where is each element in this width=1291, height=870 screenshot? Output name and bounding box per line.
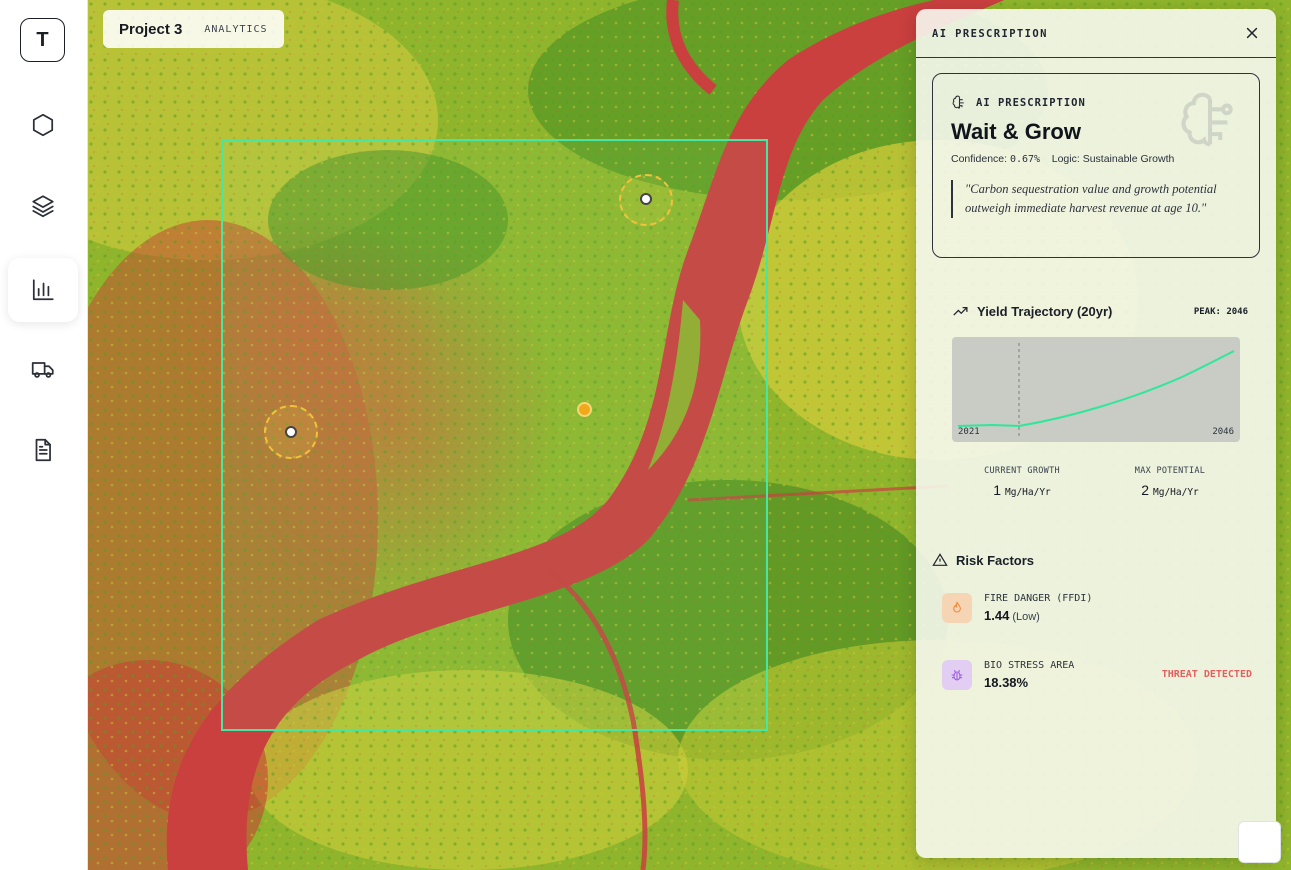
risk-item-name: FIRE DANGER (FFDI) xyxy=(984,593,1093,604)
left-rail: T xyxy=(0,0,88,870)
current-growth-label: CURRENT GROWTH xyxy=(984,466,1060,476)
prescription-card: AI PRESCRIPTION Wait & Grow Confidence: … xyxy=(932,73,1260,258)
panel-header: AI PRESCRIPTION xyxy=(916,9,1276,58)
risk-item-name: BIO STRESS AREA xyxy=(984,660,1075,671)
close-icon xyxy=(1246,27,1258,39)
yield-line xyxy=(957,350,1235,428)
prescription-title: Wait & Grow xyxy=(951,119,1081,144)
logic-value: Sustainable Growth xyxy=(1082,153,1175,165)
alert-point-marker[interactable] xyxy=(577,402,592,417)
threat-status-badge: THREAT DETECTED xyxy=(1161,669,1252,680)
rail-item-analytics[interactable] xyxy=(8,258,78,322)
map-corner-control[interactable] xyxy=(1238,821,1281,863)
logic-label: Logic: xyxy=(1051,153,1080,165)
project-name: Project 3 xyxy=(119,20,183,38)
rail-item-truck[interactable] xyxy=(8,337,78,401)
risk-item-fire[interactable]: FIRE DANGER (FFDI) 1.44 (Low) xyxy=(942,588,1252,630)
project-tag: ANALYTICS xyxy=(204,23,268,35)
prescription-meta: Confidence: 0.67% Logic: Sustainable Gro… xyxy=(951,153,1174,165)
panel-title: AI PRESCRIPTION xyxy=(932,28,1048,40)
rail-item-layers[interactable] xyxy=(8,174,78,238)
rail-item-report[interactable] xyxy=(8,418,78,482)
sample-point-marker[interactable] xyxy=(285,426,297,438)
hexagon-icon xyxy=(32,113,54,137)
risk-item-sub: (Low) xyxy=(1012,611,1040,623)
sample-point-marker[interactable] xyxy=(640,193,652,205)
chart-start-year: 2021 xyxy=(958,427,980,437)
layers-icon xyxy=(32,195,54,218)
max-potential-value: 2 xyxy=(1141,482,1150,498)
max-potential-stat: MAX POTENTIAL 2 Mg/Ha/Yr xyxy=(1110,466,1230,498)
warning-icon xyxy=(932,553,948,566)
truck-icon xyxy=(31,362,54,378)
bug-icon xyxy=(942,660,972,690)
prescription-quote: "Carbon sequestration value and growth p… xyxy=(951,180,1241,218)
confidence-label: Confidence: xyxy=(951,153,1008,165)
max-potential-unit: Mg/Ha/Yr xyxy=(1153,487,1199,498)
risk-item-value: 18.38% xyxy=(984,675,1029,690)
prescription-label: AI PRESCRIPTION xyxy=(976,96,1086,109)
yield-chart: 2021 2046 xyxy=(952,337,1240,442)
peak-label: PEAK: 2046 xyxy=(1193,307,1248,317)
yield-chart-svg xyxy=(957,343,1235,436)
prescription-header: AI PRESCRIPTION xyxy=(951,94,1086,111)
project-chip[interactable]: Project 3 ANALYTICS xyxy=(103,10,284,48)
risk-header: Risk Factors xyxy=(932,552,1034,568)
current-growth-unit: Mg/Ha/Yr xyxy=(1005,487,1051,498)
close-button[interactable] xyxy=(1242,23,1262,43)
brain-watermark-icon xyxy=(1175,86,1245,156)
flame-icon xyxy=(942,593,972,623)
chart-end-year: 2046 xyxy=(1212,427,1234,437)
yield-header: Yield Trajectory (20yr) xyxy=(952,303,1112,320)
max-potential-label: MAX POTENTIAL xyxy=(1134,466,1206,476)
confidence-value: 0.67% xyxy=(1009,154,1041,165)
risk-item-bio-stress[interactable]: BIO STRESS AREA 18.38% THREAT DETECTED xyxy=(942,655,1252,697)
current-growth-stat: CURRENT GROWTH 1 Mg/Ha/Yr xyxy=(962,466,1082,498)
app-logo[interactable]: T xyxy=(20,18,65,62)
brain-icon xyxy=(952,95,964,109)
risk-item-value: 1.44 xyxy=(984,608,1010,623)
ai-prescription-panel: AI PRESCRIPTION AI PRESCRIPTION Wait & G… xyxy=(916,9,1276,858)
document-icon xyxy=(35,438,51,462)
yield-title: Yield Trajectory (20yr) xyxy=(977,304,1113,319)
rail-item-hexagon[interactable] xyxy=(8,93,78,157)
risk-title: Risk Factors xyxy=(956,552,1035,568)
bar-chart-icon xyxy=(32,279,54,301)
current-growth-value: 1 xyxy=(993,482,1002,498)
trending-up-icon xyxy=(953,306,968,316)
